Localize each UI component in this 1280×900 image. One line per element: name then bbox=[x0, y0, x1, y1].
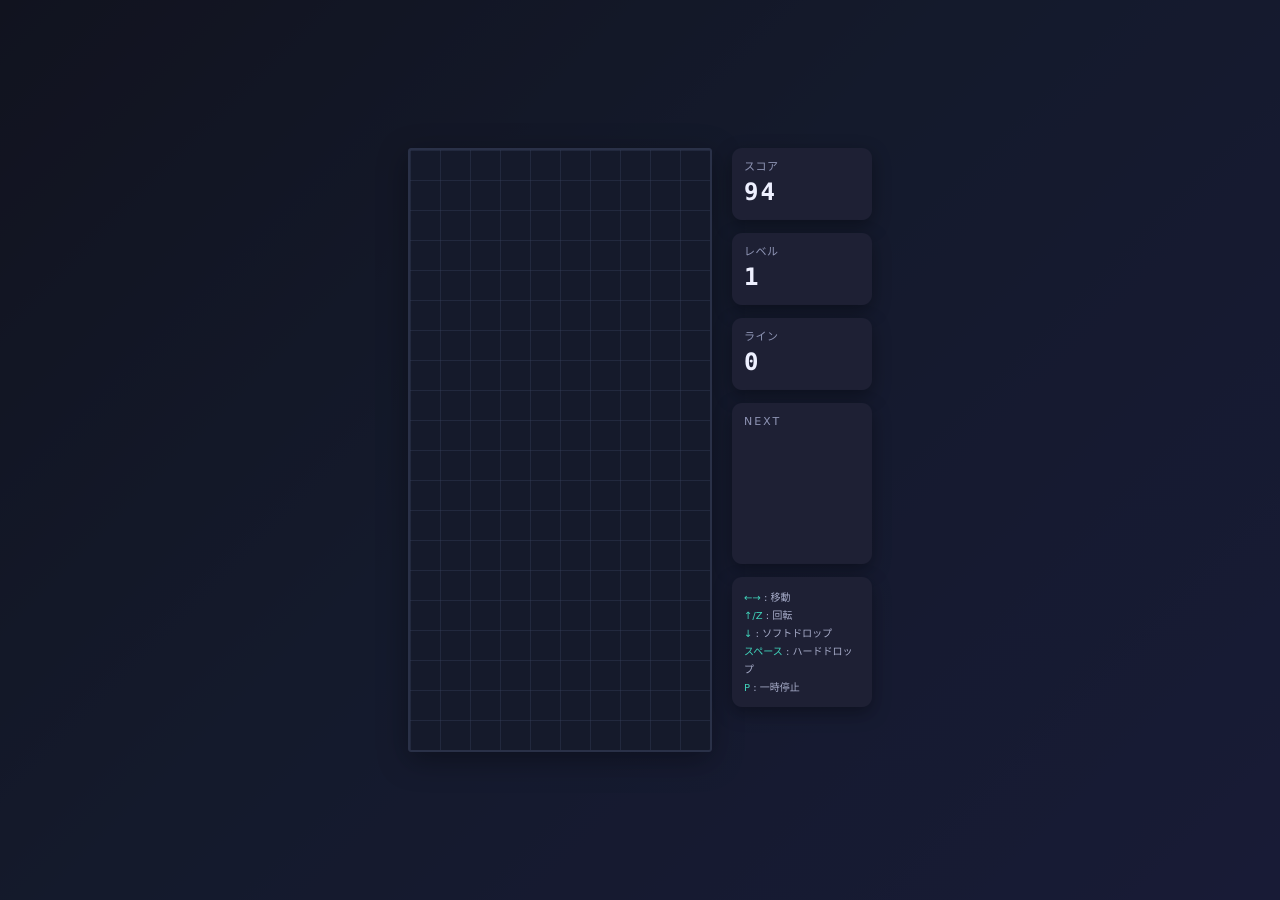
control-key: スペース bbox=[744, 647, 783, 658]
controls-panel: ←→ : 移動 ↑/Z : 回転 ↓ : ソフトドロップ スペース : ハードド… bbox=[732, 577, 872, 707]
control-row-soft-drop: ↓ : ソフトドロップ bbox=[744, 626, 860, 644]
score-label: スコア bbox=[744, 160, 779, 173]
control-key: ←→ bbox=[744, 593, 761, 604]
control-row-pause: P : 一時停止 bbox=[744, 680, 860, 698]
level-value: 1 bbox=[744, 263, 761, 291]
next-piece-preview bbox=[744, 439, 860, 549]
control-row-move: ←→ : 移動 bbox=[744, 590, 860, 608]
control-desc: : 回転 bbox=[762, 611, 793, 622]
level-label: レベル bbox=[744, 245, 779, 258]
score-panel: スコア 94 bbox=[732, 148, 872, 220]
lines-panel: ライン 0 bbox=[732, 318, 872, 390]
control-row-rotate: ↑/Z : 回転 bbox=[744, 608, 860, 626]
next-piece-panel: NEXT bbox=[732, 403, 872, 564]
control-desc: : 移動 bbox=[760, 593, 791, 604]
control-desc: : ソフトドロップ bbox=[752, 629, 833, 640]
next-label: NEXT bbox=[744, 415, 782, 428]
level-panel: レベル 1 bbox=[732, 233, 872, 305]
score-value: 94 bbox=[744, 178, 777, 206]
control-key: ↑/Z bbox=[744, 611, 763, 622]
control-desc: : 一時停止 bbox=[750, 683, 800, 694]
lines-value: 0 bbox=[744, 348, 761, 376]
control-row-hard-drop: スペース : ハードドロップ bbox=[744, 644, 860, 680]
game-board[interactable] bbox=[408, 148, 712, 752]
lines-label: ライン bbox=[744, 330, 779, 343]
